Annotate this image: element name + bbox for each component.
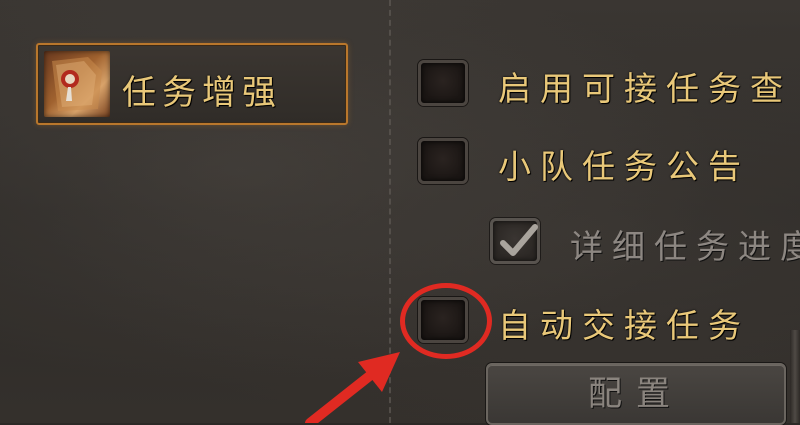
sidebar-item-label: 任务增强 — [122, 73, 282, 113]
checkmark-icon — [500, 224, 538, 256]
party-quest-announce-label: 小队任务公告 — [498, 147, 750, 186]
scrollbar-edge[interactable] — [790, 330, 800, 423]
auto-quest-turnin-label: 自动交接任务 — [498, 306, 750, 345]
detailed-quest-progress-label: 详细任务进度 — [570, 227, 800, 266]
enable-available-quests-label: 启用可接任务查 — [498, 69, 792, 108]
config-button[interactable]: 配置 — [486, 363, 786, 425]
enable-available-quests-checkbox[interactable] — [418, 60, 468, 106]
sidebar-item-quest-enhance[interactable]: 任务增强 — [36, 43, 348, 125]
red-arrow-icon — [305, 352, 400, 423]
party-quest-announce-checkbox[interactable] — [418, 138, 468, 184]
quest-scroll-icon — [44, 51, 110, 117]
detailed-quest-progress-checkbox[interactable] — [490, 218, 540, 264]
